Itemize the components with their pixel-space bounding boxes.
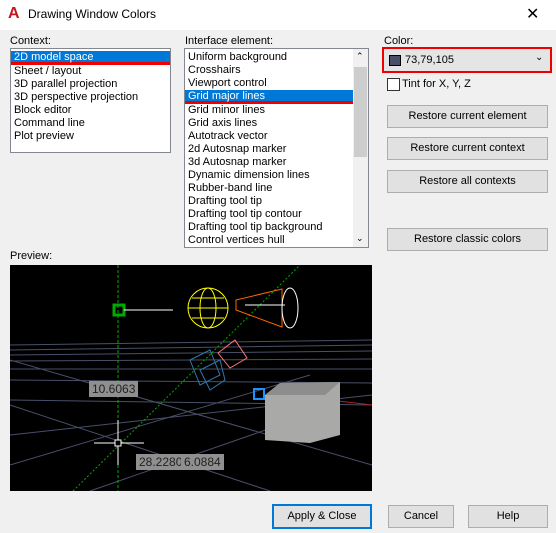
preview-canvas: 10.6063 28.2280 6.0884 [10, 265, 372, 491]
dimension-tooltip: 28.2280 [136, 454, 186, 470]
list-item[interactable]: Crosshairs [185, 64, 368, 77]
list-item[interactable]: Block editor [11, 104, 170, 117]
scroll-down-icon[interactable]: ⌄ [356, 233, 364, 244]
list-item[interactable]: Sheet / layout [11, 65, 170, 78]
list-item[interactable]: Viewport control [185, 77, 368, 90]
list-item[interactable]: Plot preview [11, 130, 170, 143]
window-title: Drawing Window Colors [28, 7, 157, 21]
chevron-down-icon: ⌄ [535, 52, 544, 63]
ucs-origin-marker [112, 303, 126, 317]
color-dropdown[interactable]: 73,79,105 ⌄ [382, 47, 552, 73]
cancel-button[interactable]: Cancel [388, 505, 454, 528]
interface-element-list[interactable]: Uniform background Crosshairs Viewport con… [184, 48, 369, 248]
color-label: Color: [384, 35, 414, 47]
scroll-thumb[interactable] [354, 67, 367, 157]
interface-element-label: Interface element: [185, 35, 274, 47]
camera-frustum-icon [217, 339, 248, 369]
restore-current-context-button[interactable]: Restore current context [387, 137, 548, 160]
list-item[interactable]: Rubber-band line [185, 182, 368, 195]
tint-label: Tint for X, Y, Z [402, 78, 471, 90]
spotlight-icon [235, 287, 299, 329]
list-item[interactable]: Grid minor lines [185, 104, 368, 117]
preview-label: Preview: [10, 250, 53, 262]
list-item[interactable]: 3D perspective projection [11, 91, 170, 104]
list-item[interactable]: Autotrack vector [185, 130, 368, 143]
tint-checkbox[interactable] [387, 78, 400, 91]
scrollbar[interactable]: ⌃ ⌄ [353, 49, 368, 247]
list-item[interactable]: Uniform background [185, 51, 368, 64]
list-item[interactable]: Grid axis lines [185, 117, 368, 130]
restore-current-element-button[interactable]: Restore current element [387, 105, 548, 128]
list-item[interactable]: 2D model space [11, 51, 170, 65]
list-item[interactable]: Dynamic dimension lines [185, 169, 368, 182]
close-icon[interactable]: ✕ [526, 4, 539, 24]
list-item[interactable]: Drafting tool tip contour [185, 208, 368, 221]
dimension-tooltip: 10.6063 [89, 381, 139, 397]
list-item[interactable]: 3d Autosnap marker [185, 156, 368, 169]
context-list[interactable]: 2D model space Sheet / layout 3D parallel … [10, 48, 171, 153]
context-label: Context: [10, 35, 51, 47]
list-item[interactable]: Drafting tool tip background [185, 221, 368, 234]
list-item[interactable]: Command line [11, 117, 170, 130]
color-swatch [389, 55, 401, 66]
scroll-up-icon[interactable]: ⌃ [356, 51, 364, 62]
list-item[interactable]: Control vertices hull [185, 234, 368, 247]
color-value: 73,79,105 [405, 54, 454, 66]
list-item[interactable]: 2d Autosnap marker [185, 143, 368, 156]
help-button[interactable]: Help [468, 505, 548, 528]
list-item[interactable]: Drafting tool tip [185, 195, 368, 208]
dimension-tooltip: 6.0884 [181, 454, 224, 470]
list-item[interactable]: 3D parallel projection [11, 78, 170, 91]
restore-all-contexts-button[interactable]: Restore all contexts [387, 170, 548, 193]
apply-close-button[interactable]: Apply & Close [272, 504, 372, 529]
autocad-logo-icon: A [8, 5, 20, 22]
camera-icon [189, 349, 226, 391]
restore-classic-colors-button[interactable]: Restore classic colors [387, 228, 548, 251]
list-item[interactable]: Grid major lines [185, 90, 368, 104]
light-sphere-icon [187, 287, 229, 329]
